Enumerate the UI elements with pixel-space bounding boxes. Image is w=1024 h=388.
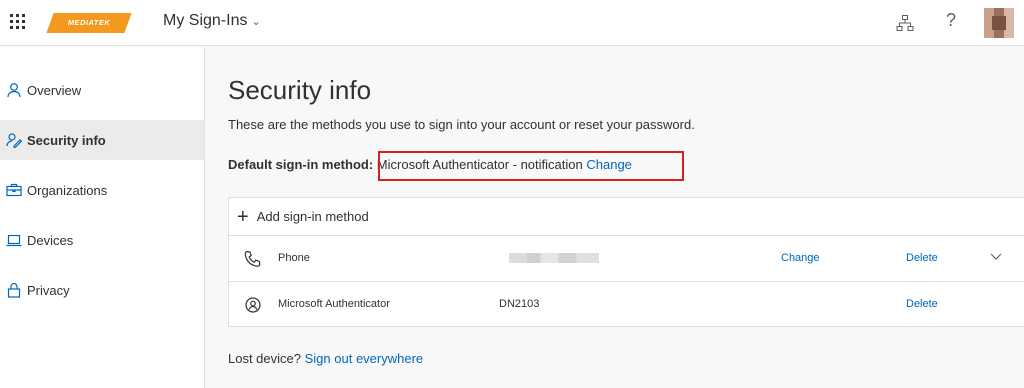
- delete-phone-link[interactable]: Delete: [906, 252, 938, 264]
- authenticator-icon: [245, 297, 261, 313]
- sidebar-item-overview[interactable]: Overview: [0, 70, 204, 110]
- main-content: Security info These are the methods you …: [228, 47, 1024, 388]
- highlight-box: [378, 151, 684, 181]
- method-detail: DN2103: [499, 298, 540, 310]
- sidebar-item-security-info[interactable]: Security info: [0, 120, 204, 160]
- security-info-icon: [5, 131, 23, 149]
- sidebar-item-label: Security info: [27, 132, 106, 148]
- person-icon: [5, 81, 23, 99]
- method-name: Microsoft Authenticator: [278, 298, 390, 310]
- sidebar-item-privacy[interactable]: Privacy: [0, 270, 204, 310]
- briefcase-icon: [5, 181, 23, 199]
- page-title: Security info: [228, 75, 372, 105]
- app-title-dropdown[interactable]: My Sign-Ins ⌄: [163, 12, 261, 30]
- method-name: Phone: [278, 252, 310, 264]
- sidebar-item-label: Overview: [27, 82, 82, 98]
- avatar[interactable]: [984, 8, 1014, 38]
- sidebar-item-organizations[interactable]: Organizations: [0, 170, 204, 210]
- delete-authenticator-link[interactable]: Delete: [906, 298, 938, 310]
- default-method-label: Default sign-in method:: [228, 157, 374, 172]
- add-sign-in-method-button[interactable]: + Add sign-in method: [229, 198, 1024, 236]
- phone-number-obscured: [509, 253, 599, 263]
- organization-chart-icon[interactable]: [896, 14, 914, 32]
- laptop-icon: [5, 231, 23, 249]
- lost-device-label: Lost device?: [228, 351, 301, 366]
- sidebar-item-label: Devices: [27, 232, 74, 248]
- sidebar-item-label: Organizations: [27, 182, 108, 198]
- sidebar-item-label: Privacy: [27, 282, 70, 298]
- chevron-down-icon[interactable]: [989, 249, 1003, 263]
- page-description: These are the methods you use to sign in…: [228, 117, 695, 132]
- sidebar-item-devices[interactable]: Devices: [0, 220, 204, 260]
- phone-icon: [244, 250, 261, 267]
- change-phone-link[interactable]: Change: [781, 252, 820, 264]
- help-icon[interactable]: ?: [946, 10, 956, 31]
- add-method-label: Add sign-in method: [256, 209, 369, 224]
- app-launcher-icon[interactable]: [10, 14, 26, 30]
- method-row-phone: Phone Change Delete: [229, 236, 1024, 282]
- chevron-down-icon: ⌄: [251, 16, 261, 28]
- method-row-authenticator: Microsoft Authenticator DN2103 Delete: [229, 282, 1024, 328]
- plus-icon: +: [237, 205, 249, 228]
- lost-device-row: Lost device? Sign out everywhere: [228, 351, 423, 366]
- sign-out-everywhere-link[interactable]: Sign out everywhere: [305, 351, 424, 366]
- sign-in-methods-list: + Add sign-in method Phone Change Delete…: [228, 197, 1024, 327]
- top-header: MEDIATEK My Sign-Ins ⌄ ?: [0, 0, 1024, 46]
- lock-icon: [5, 281, 23, 299]
- sidebar: Overview Security info Organizations Dev…: [0, 47, 205, 388]
- company-logo[interactable]: MEDIATEK: [46, 13, 132, 33]
- app-title: My Sign-Ins: [163, 12, 248, 29]
